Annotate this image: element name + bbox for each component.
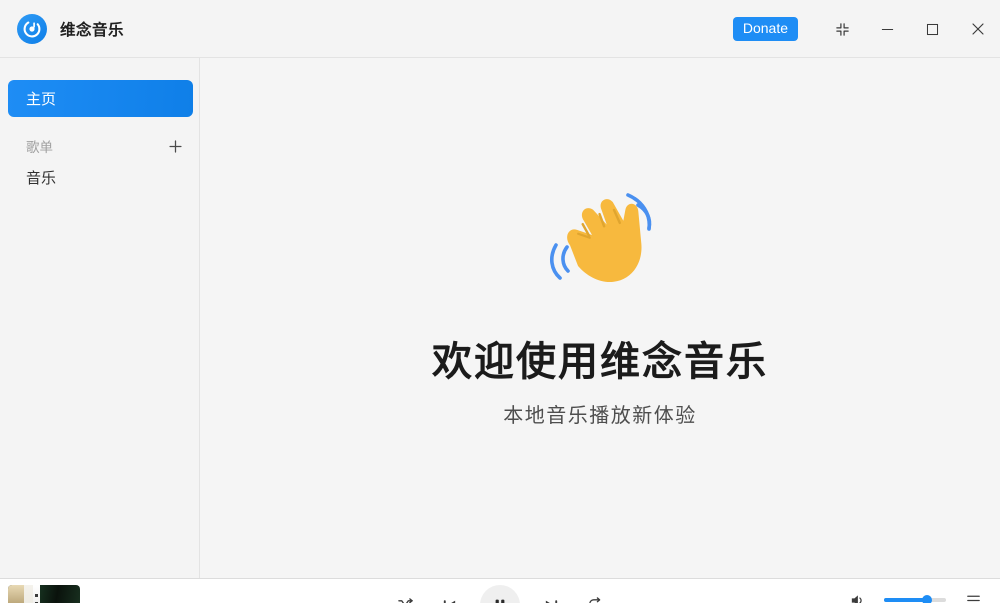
pause-icon[interactable] (480, 585, 520, 603)
sidebar: 主页 歌单 音乐 (0, 58, 200, 578)
main-content: 欢迎使用维念音乐 本地音乐播放新体验 (200, 58, 1000, 578)
app-brand: 维念音乐 (17, 13, 125, 44)
close-icon[interactable] (955, 0, 1000, 58)
queue-list-icon[interactable] (960, 587, 986, 603)
player-right-tools (844, 587, 986, 603)
collapse-inward-icon[interactable] (820, 0, 865, 58)
window-body: 主页 歌单 音乐 欢迎使用维念音乐 本地音乐播放新体验 (0, 58, 1000, 578)
app-title: 维念音乐 (60, 21, 125, 39)
welcome-panel: 欢迎使用维念音乐 本地音乐播放新体验 (432, 171, 768, 428)
sidebar-section-playlists: 歌单 (8, 131, 193, 161)
minimize-icon[interactable] (865, 0, 910, 58)
now-playing[interactable]: 以你之名 (0, 579, 172, 603)
sidebar-section-label: 歌单 (26, 140, 53, 155)
album-cover-thumbnail[interactable] (8, 585, 80, 603)
donate-button[interactable]: Donate (732, 17, 798, 41)
shuffle-icon[interactable] (392, 592, 418, 603)
sidebar-item-home[interactable]: 主页 (8, 80, 193, 117)
title-bar: 维念音乐 Donate (0, 0, 1000, 58)
maximize-icon[interactable] (910, 0, 955, 58)
previous-track-icon[interactable] (436, 592, 462, 603)
playback-controls (392, 585, 608, 603)
music-disc-icon (17, 13, 47, 44)
volume-icon[interactable] (844, 587, 870, 603)
sidebar-item-label: 音乐 (26, 169, 57, 187)
next-track-icon[interactable] (538, 592, 564, 603)
waving-hand-emoji (534, 171, 666, 303)
window-controls: Donate (732, 0, 1000, 58)
app-window: 维念音乐 Donate 主页 歌单 音乐 欢迎使用维念音乐 本地音乐播放新体验 (0, 0, 1000, 603)
volume-slider[interactable] (884, 595, 946, 603)
sidebar-item-label: 主页 (26, 91, 57, 108)
page-title: 欢迎使用维念音乐 (432, 339, 768, 384)
player-bar: 以你之名 (0, 578, 1000, 603)
repeat-icon[interactable] (582, 592, 608, 603)
plus-icon[interactable] (165, 136, 185, 156)
sidebar-item-music[interactable]: 音乐 (8, 161, 193, 193)
page-subtitle: 本地音乐播放新体验 (503, 404, 697, 427)
